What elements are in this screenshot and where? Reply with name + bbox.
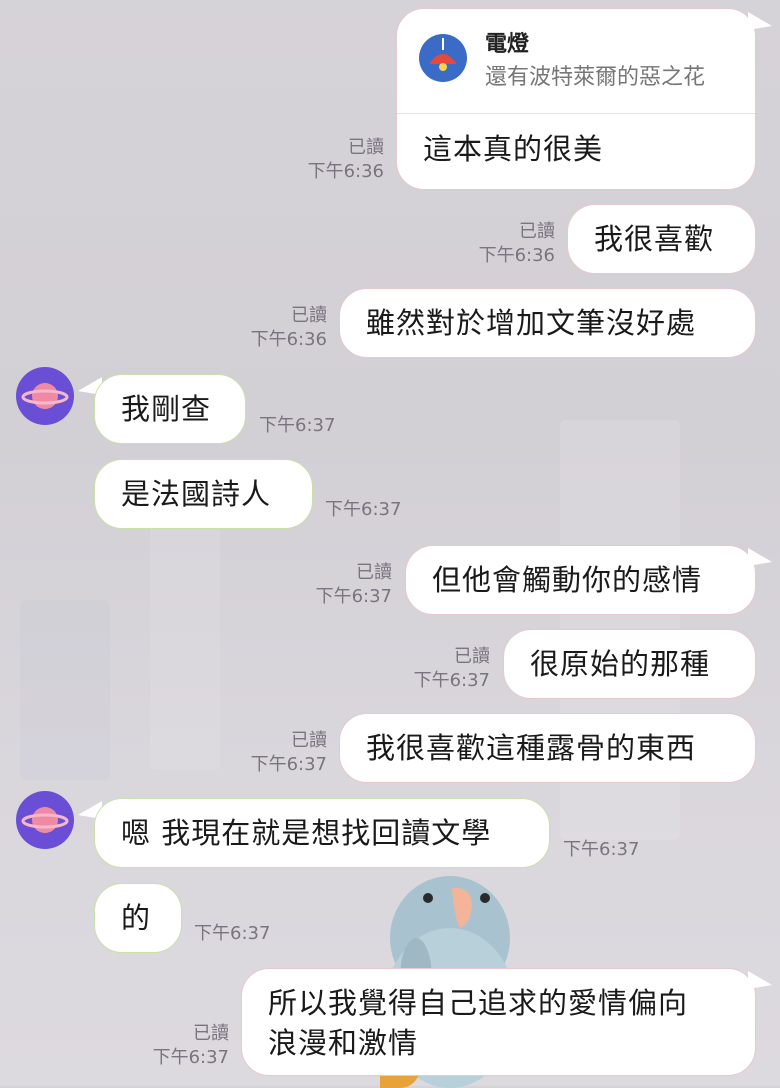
message-bubble[interactable]: 是法國詩人 [94, 459, 313, 529]
message-line: 所以我覺得自己追求的愛情偏向 [268, 986, 689, 1020]
bubble-tail [748, 971, 772, 989]
message-line: 浪漫和激情 [268, 1026, 419, 1060]
message-time: 下午6:36 [250, 329, 327, 350]
card-message: 這本真的很美 [423, 132, 604, 166]
read-status: 已讀 [348, 137, 384, 158]
message-bubble[interactable]: 很原始的那種 [503, 629, 756, 699]
bubble-tail [748, 12, 772, 30]
planet-icon[interactable] [16, 367, 74, 425]
message-bubble[interactable]: 但他會觸動你的感情 [405, 545, 756, 615]
message-time: 下午6:37 [152, 1047, 229, 1068]
message-time: 下午6:37 [413, 670, 490, 691]
message-time: 下午6:36 [478, 245, 555, 266]
planet-icon[interactable] [16, 791, 74, 849]
read-status: 已讀 [454, 646, 490, 667]
card-title: 電燈 [485, 32, 530, 57]
lamp-icon [419, 34, 467, 82]
read-status: 已讀 [291, 305, 327, 326]
message-bubble[interactable]: 我剛查 [94, 374, 246, 444]
message-time: 下午6:36 [307, 161, 384, 182]
shared-link-card[interactable]: 電燈 還有波特萊爾的惡之花 這本真的很美 [396, 8, 756, 190]
background-shape [20, 600, 110, 780]
card-subtitle: 還有波特萊爾的惡之花 [485, 65, 706, 90]
message-time: 下午6:37 [315, 586, 392, 607]
bubble-tail [748, 548, 772, 566]
message-bubble[interactable]: 我很喜歡 [567, 204, 756, 274]
read-status: 已讀 [291, 730, 327, 751]
message-bubble[interactable]: 雖然對於增加文筆沒好處 [339, 288, 756, 358]
message-bubble[interactable]: 嗯 我現在就是想找回讀文學 [94, 798, 550, 868]
message-time: 下午6:37 [250, 754, 327, 775]
message-bubble[interactable]: 的 [94, 883, 182, 953]
message-time: 下午6:37 [194, 923, 271, 944]
read-status: 已讀 [356, 562, 392, 583]
message-time: 下午6:37 [259, 415, 336, 436]
read-status: 已讀 [193, 1023, 229, 1044]
message-time: 下午6:37 [325, 499, 402, 520]
message-time: 下午6:37 [563, 839, 640, 860]
message-bubble[interactable]: 所以我覺得自己追求的愛情偏向 浪漫和激情 [241, 968, 756, 1076]
message-bubble[interactable]: 我很喜歡這種露骨的東西 [339, 713, 756, 783]
read-status: 已讀 [519, 221, 555, 242]
card-header[interactable]: 電燈 還有波特萊爾的惡之花 [397, 9, 755, 114]
